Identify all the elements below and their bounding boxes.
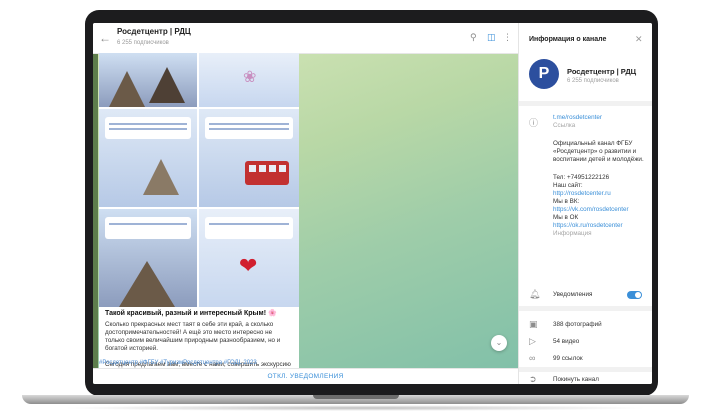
panel-title: Информация о канале: [529, 36, 607, 43]
laptop-notch: [313, 395, 399, 399]
channel-phone: Тел: +74951222126: [553, 174, 610, 181]
videos-count[interactable]: 54 видео: [553, 338, 647, 346]
bus-window: [269, 165, 276, 172]
slide-text-card: [205, 217, 293, 239]
bus-window: [259, 165, 266, 172]
bus-window: [279, 165, 286, 172]
slide-text-card: [105, 217, 191, 239]
channel-description: Официальный канал ФГБУ «Росдетцентр» о р…: [553, 140, 644, 163]
divider: [519, 367, 652, 372]
post-image-4[interactable]: [199, 109, 299, 207]
channel-subscribers: 6 255 подписчиков: [567, 78, 619, 84]
channel-title[interactable]: Росдетцентр | РДЦ: [117, 27, 191, 36]
post-image-6[interactable]: ❤: [199, 209, 299, 307]
ok-label: Мы в ОК: [553, 214, 579, 221]
bus-window: [249, 165, 256, 172]
site-link[interactable]: http://rosdetcenter.ru: [553, 190, 647, 198]
castle-shape: [143, 159, 179, 195]
divider: [519, 101, 652, 106]
bell-icon: 🔔︎: [529, 289, 541, 299]
channel-name: Росдетцентр | РДЦ: [567, 67, 637, 76]
mountain-shape: [109, 71, 145, 107]
channel-link[interactable]: t.me/rosdetcenter: [553, 114, 647, 122]
info-icon: ⓘ: [529, 118, 539, 128]
slide-text-line: [209, 123, 289, 125]
link-icon: ∞: [529, 353, 536, 363]
heart-icon: ❤: [239, 253, 258, 278]
post-title: Такой красивый, разный и интересный Крым…: [105, 310, 277, 317]
divider: [519, 306, 652, 311]
rock-shape: [119, 261, 175, 307]
trolleybus-shape: [245, 161, 289, 185]
link-caption: Ссылка: [553, 122, 576, 129]
info-caption: Информация: [553, 230, 592, 237]
slide-text-line: [109, 128, 187, 130]
post-image-1[interactable]: [99, 53, 197, 107]
slide-text-line: [109, 123, 187, 125]
video-icon: ▷: [529, 336, 536, 346]
channel-subscribers: 6 255 подписчиков: [117, 40, 169, 46]
post-hashtags[interactable]: #Росдетцентр #ФГБУ #ТуризмРосдетцентра #…: [99, 360, 257, 366]
chat-header: ← Росдетцентр | РДЦ 6 255 подписчиков ⚲ …: [93, 23, 518, 54]
sidebar-toggle-icon[interactable]: ◫: [487, 32, 496, 43]
app-window: ← Росдетцентр | РДЦ 6 255 подписчиков ⚲ …: [93, 23, 652, 384]
ok-link[interactable]: https://ok.ru/rosdetcenter: [553, 222, 647, 230]
post-image-5[interactable]: [99, 209, 197, 307]
post-image-3[interactable]: [99, 109, 197, 207]
notifications-toggle[interactable]: [627, 291, 642, 299]
search-icon[interactable]: ⚲: [470, 32, 477, 43]
channel-info-panel: Информация о канале ✕ Р Росдетцентр | РД…: [518, 23, 652, 384]
scroll-down-button[interactable]: ⌄: [491, 335, 507, 351]
chat-area: ← Росдетцентр | РДЦ 6 255 подписчиков ⚲ …: [93, 23, 518, 384]
vk-label: Мы в ВК:: [553, 198, 580, 205]
leave-icon: ➲: [529, 374, 537, 384]
slide-text-line: [209, 223, 289, 225]
post-image-2[interactable]: ❀: [199, 53, 299, 107]
leave-channel-button[interactable]: Покинуть канал: [553, 376, 647, 384]
site-label: Наш сайт:: [553, 182, 583, 189]
photos-count[interactable]: 388 фотографий: [553, 321, 647, 329]
flower-icon: ❀: [243, 69, 257, 86]
more-icon[interactable]: ⋮: [503, 32, 512, 43]
laptop-shadow: [60, 405, 650, 411]
avatar[interactable]: Р: [529, 59, 559, 89]
slide-text-line: [109, 223, 187, 225]
chevron-down-icon: ⌄: [495, 338, 503, 347]
vk-link[interactable]: https://vk.com/rosdetcenter: [553, 206, 647, 214]
links-count[interactable]: 99 ссылок: [553, 355, 647, 363]
arrow-left-icon[interactable]: ←: [99, 31, 111, 45]
channel-post: ❀ ❤ Такой красивый, разный и интересный …: [99, 53, 299, 384]
mute-notifications-button[interactable]: ОТКЛ. УВЕДОМЛЕНИЯ: [93, 368, 518, 384]
photo-icon: ▣: [529, 319, 538, 329]
post-paragraph-1: Сколько прекрасных мест таят в себе эти …: [105, 321, 281, 352]
mountain-shape: [149, 67, 185, 103]
slide-text-line: [209, 128, 289, 130]
close-icon[interactable]: ✕: [635, 34, 643, 45]
previous-post-edge: [93, 53, 98, 384]
